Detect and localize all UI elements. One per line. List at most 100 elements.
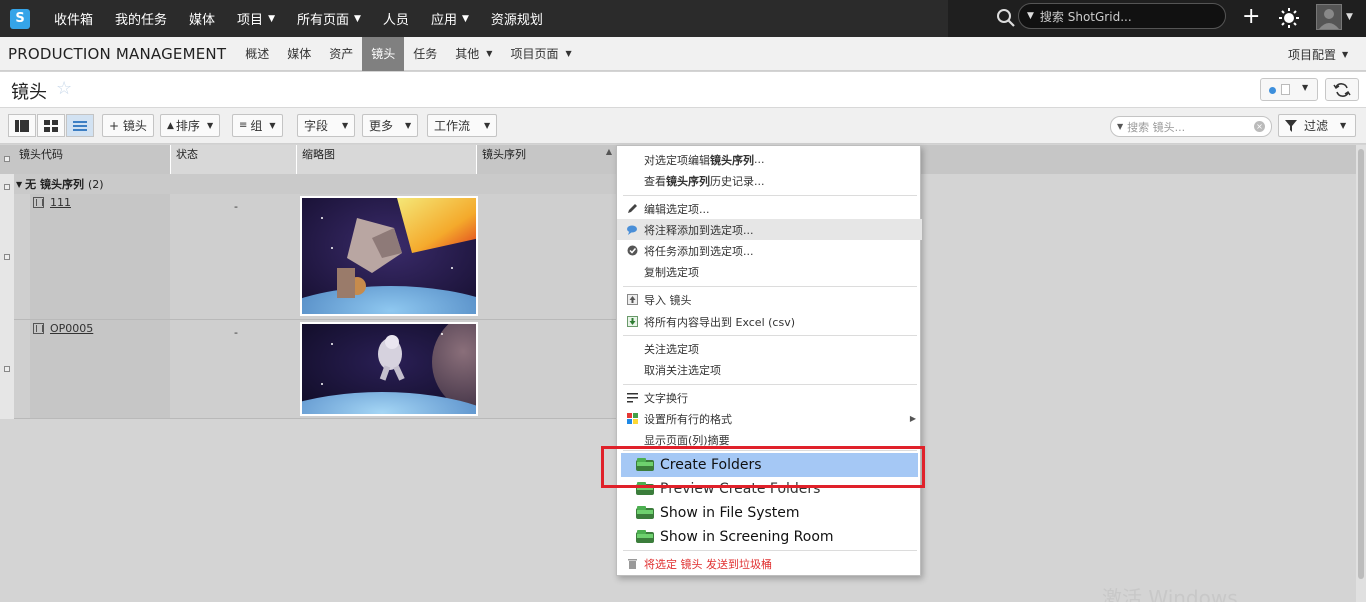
column-header-status[interactable]: 状态 bbox=[170, 145, 296, 174]
menu-item-unfollow[interactable]: 取消关注选定项 bbox=[617, 359, 922, 380]
wrap-icon bbox=[627, 393, 638, 403]
row-checkbox[interactable] bbox=[4, 254, 10, 260]
sort-button[interactable]: ▲ 排序 ▼ bbox=[160, 114, 221, 137]
note-icon bbox=[627, 225, 637, 235]
shot-code-link[interactable]: OP0005 bbox=[50, 322, 93, 335]
shot-thumbnail[interactable] bbox=[300, 322, 478, 416]
nav-apps[interactable]: 应用 ▼ bbox=[421, 0, 481, 37]
highlight-box bbox=[601, 446, 925, 488]
workflow-label: 工作流 bbox=[434, 119, 471, 133]
filter-button[interactable]: 过滤 ▼ bbox=[1278, 114, 1356, 137]
status-value[interactable]: - bbox=[234, 326, 238, 339]
menu-item-show-file-system[interactable]: Show in File System bbox=[621, 501, 918, 525]
tab-tasks[interactable]: 任务 bbox=[404, 37, 446, 71]
menu-label: 历史记录... bbox=[710, 174, 765, 188]
nav-resource-planning[interactable]: 资源规划 bbox=[481, 0, 555, 37]
menu-item-follow[interactable]: 关注选定项 bbox=[617, 338, 922, 359]
column-label: 镜头代码 bbox=[19, 148, 63, 161]
star-icon[interactable]: ☆ bbox=[56, 78, 72, 99]
global-search-input[interactable]: ▼ 搜索 ShotGrid... bbox=[1018, 3, 1226, 29]
menu-item-import[interactable]: 导入 镜头 bbox=[617, 289, 922, 310]
sun-icon[interactable] bbox=[1278, 7, 1300, 29]
refresh-button[interactable] bbox=[1325, 78, 1359, 101]
menu-item-send-to-trash[interactable]: 将选定 镜头 发送到垃圾桶 bbox=[617, 553, 922, 574]
space-scene-image bbox=[302, 198, 476, 314]
tab-project-pages[interactable]: 项目页面 ▼ bbox=[501, 37, 580, 71]
menu-item-edit-sequence[interactable]: 对选定项编辑 镜头序列... bbox=[617, 149, 922, 170]
menu-item-add-note[interactable]: 将注释添加到选定项... bbox=[617, 219, 922, 240]
shot-thumbnail[interactable] bbox=[300, 196, 478, 316]
group-button[interactable]: ≡ 组 ▼ bbox=[232, 114, 283, 137]
column-header-sequence[interactable]: 镜头序列 ▲ bbox=[476, 145, 616, 174]
menu-item-sequence-history[interactable]: 查看 镜头序列 历史记录... bbox=[617, 170, 922, 191]
group-checkbox[interactable] bbox=[4, 184, 10, 190]
menu-item-add-task[interactable]: 将任务添加到选定项... bbox=[617, 240, 922, 261]
menu-label: 导入 镜头 bbox=[644, 293, 692, 307]
group-row[interactable]: ▼ 无 镜头序列 (2) bbox=[14, 174, 616, 194]
tab-media[interactable]: 媒体 bbox=[278, 37, 320, 71]
view-detail-button[interactable] bbox=[8, 114, 36, 137]
column-header-thumbnail[interactable]: 缩略图 bbox=[296, 145, 476, 174]
row-checkbox[interactable] bbox=[4, 366, 10, 372]
nav-all-pages[interactable]: 所有页面 ▼ bbox=[287, 0, 373, 37]
menu-item-row-format[interactable]: 设置所有行的格式 ▶ bbox=[617, 408, 922, 429]
vertical-scrollbar[interactable] bbox=[1356, 145, 1366, 602]
menu-item-duplicate[interactable]: 复制选定项 bbox=[617, 261, 922, 282]
add-shot-button[interactable]: + 镜头 bbox=[102, 114, 154, 137]
project-config-menu[interactable]: 项目配置 ▼ bbox=[1288, 37, 1348, 71]
shot-search-input[interactable]: ▼ 搜索 镜头... × bbox=[1110, 116, 1272, 137]
format-icon bbox=[627, 413, 638, 424]
column-header-shot-code[interactable]: 镜头代码 bbox=[14, 145, 170, 174]
collapse-icon[interactable]: ▼ bbox=[16, 180, 22, 189]
nav-inbox[interactable]: 收件箱 bbox=[44, 0, 105, 37]
menu-item-show-screening-room[interactable]: Show in Screening Room bbox=[621, 525, 918, 549]
tab-overview[interactable]: 概述 bbox=[236, 37, 278, 71]
film-icon bbox=[33, 197, 44, 208]
space-scene-image bbox=[302, 324, 476, 414]
task-icon bbox=[627, 245, 638, 256]
fields-button[interactable]: 字段 ▼ bbox=[297, 114, 356, 137]
clear-icon[interactable]: × bbox=[1254, 121, 1265, 132]
page-mode-button[interactable]: ▼ bbox=[1260, 78, 1318, 101]
table-row[interactable]: OP0005 - bbox=[14, 320, 616, 419]
plus-icon[interactable]: + bbox=[1242, 6, 1260, 28]
menu-item-export-csv[interactable]: 将所有内容导出到 Excel (csv) bbox=[617, 311, 922, 332]
nav-people[interactable]: 人员 bbox=[373, 0, 421, 37]
shot-search-placeholder: 搜索 镜头... bbox=[1127, 120, 1186, 134]
tab-shots[interactable]: 镜头 bbox=[362, 36, 405, 71]
select-all-checkbox[interactable] bbox=[4, 156, 10, 162]
project-title[interactable]: PRODUCTION MANAGEMENT bbox=[8, 45, 226, 63]
more-label: 更多 bbox=[369, 119, 394, 133]
table-row[interactable]: 111 - bbox=[14, 194, 616, 320]
view-list-button[interactable] bbox=[66, 114, 94, 137]
tab-overview-label: 概述 bbox=[245, 47, 270, 61]
chevron-down-icon[interactable]: ▼ bbox=[1027, 11, 1034, 21]
search-icon[interactable] bbox=[996, 8, 1016, 28]
caret-down-icon: ▼ bbox=[1302, 83, 1309, 92]
menu-item-text-wrap[interactable]: 文字换行 bbox=[617, 387, 922, 408]
nav-my-tasks[interactable]: 我的任务 bbox=[105, 0, 179, 37]
list-view-icon bbox=[73, 120, 87, 131]
project-bar: PRODUCTION MANAGEMENT 概述 媒体 资产 镜头 任务 其他 ▼… bbox=[0, 36, 1366, 71]
workflow-button[interactable]: 工作流 ▼ bbox=[427, 114, 498, 137]
more-button[interactable]: 更多 ▼ bbox=[362, 114, 419, 137]
nav-media-label: 媒体 bbox=[189, 13, 216, 28]
view-thumbnail-button[interactable] bbox=[37, 114, 65, 137]
windows-activation-watermark: 激活 Windows bbox=[1102, 586, 1238, 602]
search-dropdown-icon[interactable]: ▼ bbox=[1117, 122, 1123, 131]
tab-project-pages-label: 项目页面 bbox=[510, 47, 559, 61]
trash-icon bbox=[628, 559, 637, 569]
group-label: 组 bbox=[250, 119, 263, 133]
tab-assets[interactable]: 资产 bbox=[320, 37, 362, 71]
shotgrid-logo[interactable]: S bbox=[10, 8, 30, 29]
chevron-down-icon[interactable]: ▼ bbox=[1346, 12, 1353, 22]
shot-code-link[interactable]: 111 bbox=[50, 196, 71, 209]
menu-item-edit-selected[interactable]: 编辑选定项... bbox=[617, 198, 922, 219]
avatar[interactable] bbox=[1316, 4, 1342, 30]
nav-projects[interactable]: 项目 ▼ bbox=[227, 0, 287, 37]
scrollbar-thumb[interactable] bbox=[1358, 149, 1364, 579]
tab-other[interactable]: 其他 ▼ bbox=[446, 37, 501, 71]
nav-media[interactable]: 媒体 bbox=[179, 0, 227, 37]
status-value[interactable]: - bbox=[234, 200, 238, 213]
chevron-down-icon: ▼ bbox=[461, 13, 469, 24]
